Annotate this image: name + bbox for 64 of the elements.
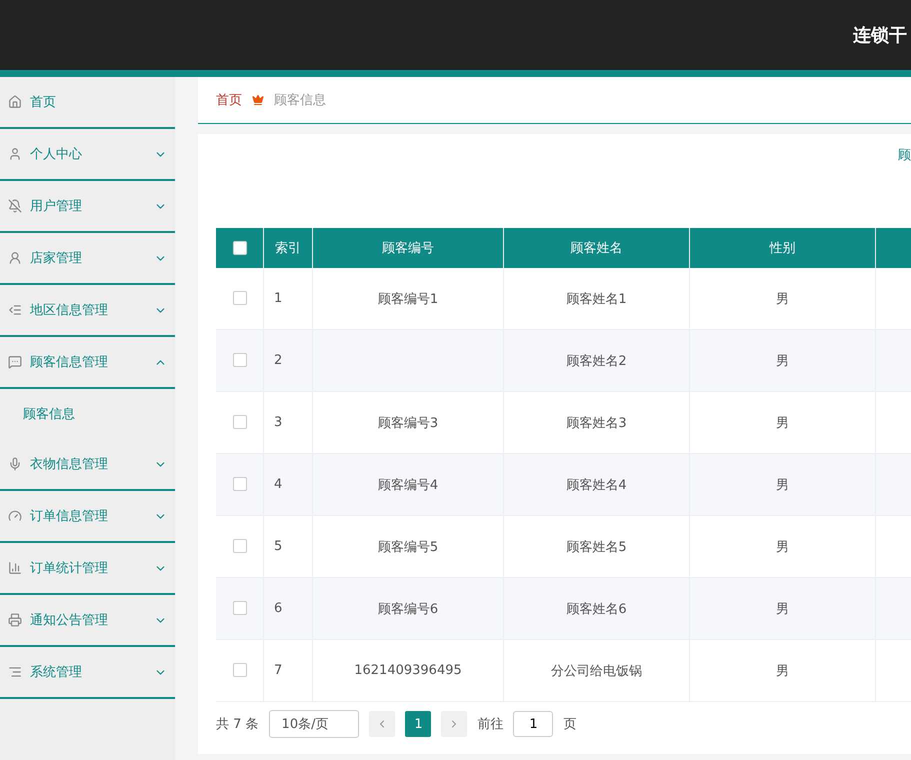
select-all-checkbox[interactable] xyxy=(232,240,246,255)
table-cell: 1 xyxy=(274,291,282,306)
menu-item-icon xyxy=(8,613,22,627)
table-cell: 男 xyxy=(776,602,789,616)
total-count: 共 7 条 xyxy=(216,716,259,733)
row-checkbox[interactable] xyxy=(232,477,246,492)
table-cell: 2 xyxy=(274,353,282,368)
goto-page-field[interactable]: 1 xyxy=(513,711,554,737)
breadcrumb-link[interactable]: 首页 xyxy=(216,91,242,109)
table-cell: 分公司给电饭锅 xyxy=(551,664,642,678)
search-label: 顾 xyxy=(898,147,911,165)
table-cell: 4 xyxy=(274,477,282,492)
menu-item-icon xyxy=(8,665,22,679)
table-cell: 顾客编号4 xyxy=(378,478,438,492)
table-cell: 3 xyxy=(274,415,282,430)
table-cell: 1621409396495 xyxy=(354,663,462,678)
menu-item-icon xyxy=(8,509,22,523)
row-checkbox[interactable] xyxy=(232,415,246,430)
crown-icon xyxy=(252,94,264,106)
breadcrumb-current: 顾客信息 xyxy=(274,92,326,109)
menu-item-icon xyxy=(8,199,22,213)
page-button[interactable]: 1 xyxy=(405,711,432,737)
app-title: 连锁干 xyxy=(853,24,907,47)
table-cell: 6 xyxy=(274,601,282,616)
table-cell: 男 xyxy=(776,416,789,430)
sidebar-subitem[interactable]: 顾客信息 xyxy=(0,389,175,439)
row-checkbox[interactable] xyxy=(232,663,246,678)
row-checkbox[interactable] xyxy=(232,291,246,306)
menu-item-icon xyxy=(8,95,22,109)
table-cell: 顾客编号3 xyxy=(378,416,438,430)
table-cell: 男 xyxy=(776,540,789,554)
column-header: 顾客编号 xyxy=(312,228,504,268)
next-page-button[interactable] xyxy=(441,711,468,737)
column-header: 性别 xyxy=(690,228,876,268)
table-cell: 顾客姓名1 xyxy=(566,292,627,306)
table-cell: 顾客姓名3 xyxy=(566,416,627,430)
table-cell: 7 xyxy=(274,663,282,678)
table-cell: 顾客编号5 xyxy=(378,540,438,554)
row-checkbox[interactable] xyxy=(232,601,246,616)
table-cell: 顾客姓名5 xyxy=(566,540,627,554)
table-cell: 男 xyxy=(776,354,789,368)
column-header: 顾客姓名 xyxy=(504,228,690,268)
menu-item-icon xyxy=(8,355,22,369)
table-cell: 顾客姓名2 xyxy=(566,354,627,368)
menu-item-icon xyxy=(8,147,22,161)
goto-label: 前往 xyxy=(477,716,504,733)
menu-item-icon xyxy=(8,251,22,265)
table-cell: 5 xyxy=(274,539,282,554)
table-cell: 顾客编号1 xyxy=(378,292,438,306)
column-header: 索引 xyxy=(264,228,312,268)
page-size-select[interactable]: 10条/页 xyxy=(268,710,360,738)
menu-item-icon xyxy=(8,303,22,317)
row-checkbox[interactable] xyxy=(232,353,246,368)
table-cell: 男 xyxy=(776,478,789,492)
table-cell: 顾客姓名4 xyxy=(566,478,627,492)
page-suffix: 页 xyxy=(563,716,576,733)
table-cell: 男 xyxy=(776,664,789,678)
prev-page-button[interactable] xyxy=(369,711,396,737)
menu-item-icon xyxy=(8,457,22,471)
table-cell: 顾客姓名6 xyxy=(566,602,627,616)
menu-item-icon xyxy=(8,561,22,575)
table-cell: 男 xyxy=(776,292,789,306)
row-checkbox[interactable] xyxy=(232,539,246,554)
table-cell: 顾客编号6 xyxy=(378,602,438,616)
